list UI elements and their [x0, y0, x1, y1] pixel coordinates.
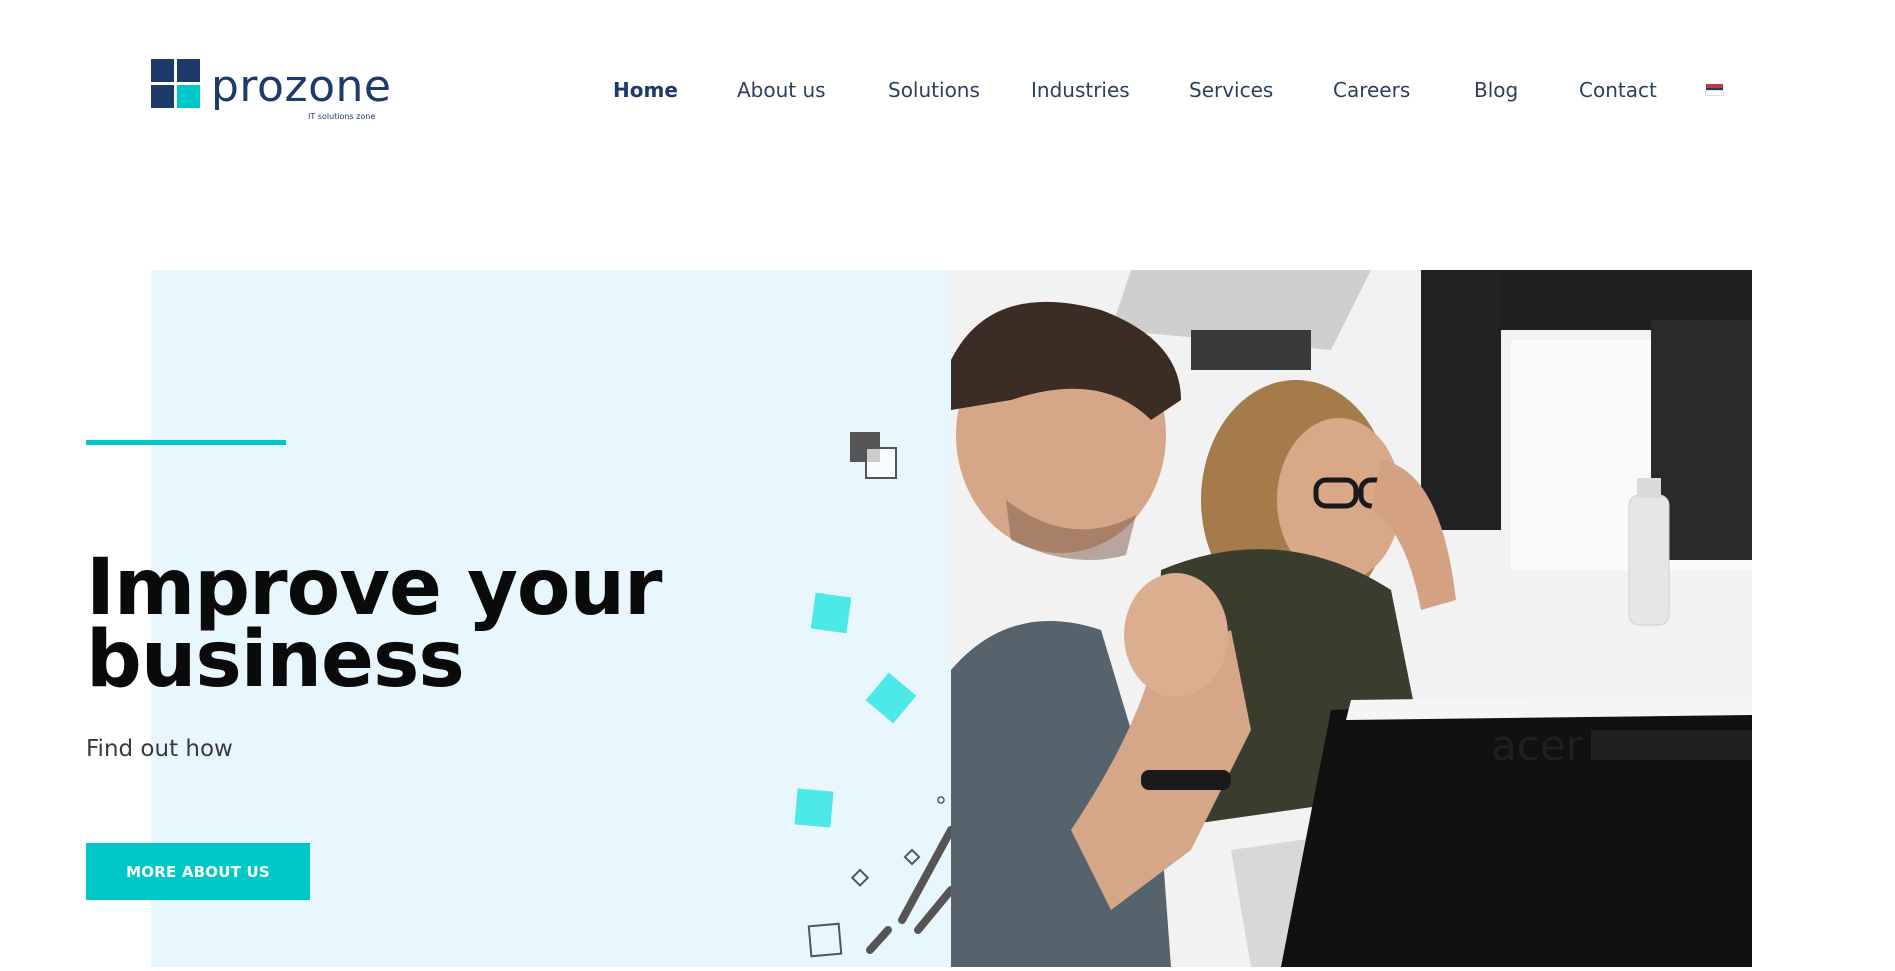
diamond-icon — [850, 868, 870, 887]
hero-accent-line — [86, 440, 286, 445]
nav-item-contact[interactable]: Contact — [1579, 78, 1657, 102]
square-outline-icon — [807, 922, 843, 958]
confetti-square-icon — [865, 672, 917, 724]
confetti-square-icon — [794, 788, 834, 828]
confetti-square-icon — [810, 592, 852, 634]
hero-subtitle: Find out how — [86, 736, 233, 762]
hero-title-line2: business — [86, 615, 465, 705]
dash-icon — [866, 926, 892, 954]
nav-item-industries[interactable]: Industries — [1031, 78, 1130, 102]
more-about-us-button[interactable]: MORE ABOUT US — [86, 843, 310, 900]
hero-title-line1: Improve your — [86, 543, 663, 633]
square-outline-icon — [865, 447, 897, 479]
nav-item-services[interactable]: Services — [1189, 78, 1273, 102]
logo-tagline: IT solutions zone — [308, 112, 376, 121]
nav-item-about-us[interactable]: About us — [737, 78, 826, 102]
main-navigation: Home About us Solutions Industries Servi… — [0, 78, 1895, 102]
dash-icon — [898, 826, 955, 924]
nav-item-careers[interactable]: Careers — [1333, 78, 1410, 102]
nav-item-blog[interactable]: Blog — [1474, 78, 1518, 102]
decorative-shapes — [770, 420, 955, 967]
diamond-icon — [903, 848, 921, 866]
nav-item-solutions[interactable]: Solutions — [888, 78, 980, 102]
team-photo: acer — [951, 270, 1752, 967]
dash-icon — [914, 886, 955, 934]
serbia-flag-icon[interactable] — [1705, 84, 1724, 96]
nav-item-home[interactable]: Home — [613, 78, 678, 102]
svg-text:acer: acer — [1491, 721, 1584, 770]
circle-icon — [937, 796, 945, 804]
hero-title: Improve your business — [86, 543, 663, 705]
